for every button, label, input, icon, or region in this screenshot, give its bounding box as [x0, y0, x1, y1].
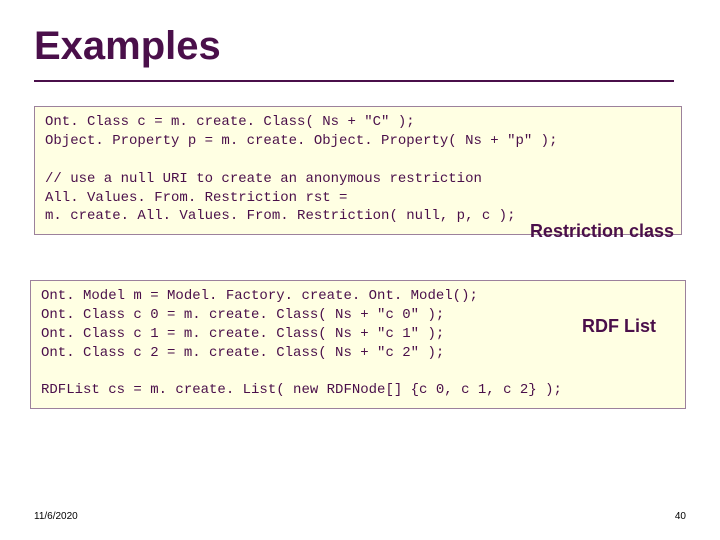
page-title: Examples [34, 24, 221, 69]
code-line: Ont. Class c = m. create. Class( Ns + "C… [45, 114, 415, 130]
code-line: Object. Property p = m. create. Object. … [45, 133, 557, 149]
footer-page-number: 40 [675, 511, 686, 522]
slide: Examples Ont. Class c = m. create. Class… [0, 0, 720, 540]
annotation-rdf-list: RDF List [582, 316, 656, 337]
title-underline [34, 80, 674, 82]
code-line: Ont. Class c 1 = m. create. Class( Ns + … [41, 326, 444, 342]
code-line: // use a null URI to create an anonymous… [45, 171, 482, 187]
code-line: Ont. Class c 0 = m. create. Class( Ns + … [41, 307, 444, 323]
code-line: m. create. All. Values. From. Restrictio… [45, 208, 515, 224]
code-box-restriction: Ont. Class c = m. create. Class( Ns + "C… [34, 106, 682, 235]
code-line: Ont. Class c 2 = m. create. Class( Ns + … [41, 345, 444, 361]
code-line: Ont. Model m = Model. Factory. create. O… [41, 288, 478, 304]
annotation-restriction-class: Restriction class [530, 221, 674, 242]
code-line: All. Values. From. Restriction rst = [45, 190, 347, 206]
code-line: RDFList cs = m. create. List( new RDFNod… [41, 382, 562, 398]
footer-date: 11/6/2020 [34, 511, 78, 522]
code-box-rdflist: Ont. Model m = Model. Factory. create. O… [30, 280, 686, 409]
